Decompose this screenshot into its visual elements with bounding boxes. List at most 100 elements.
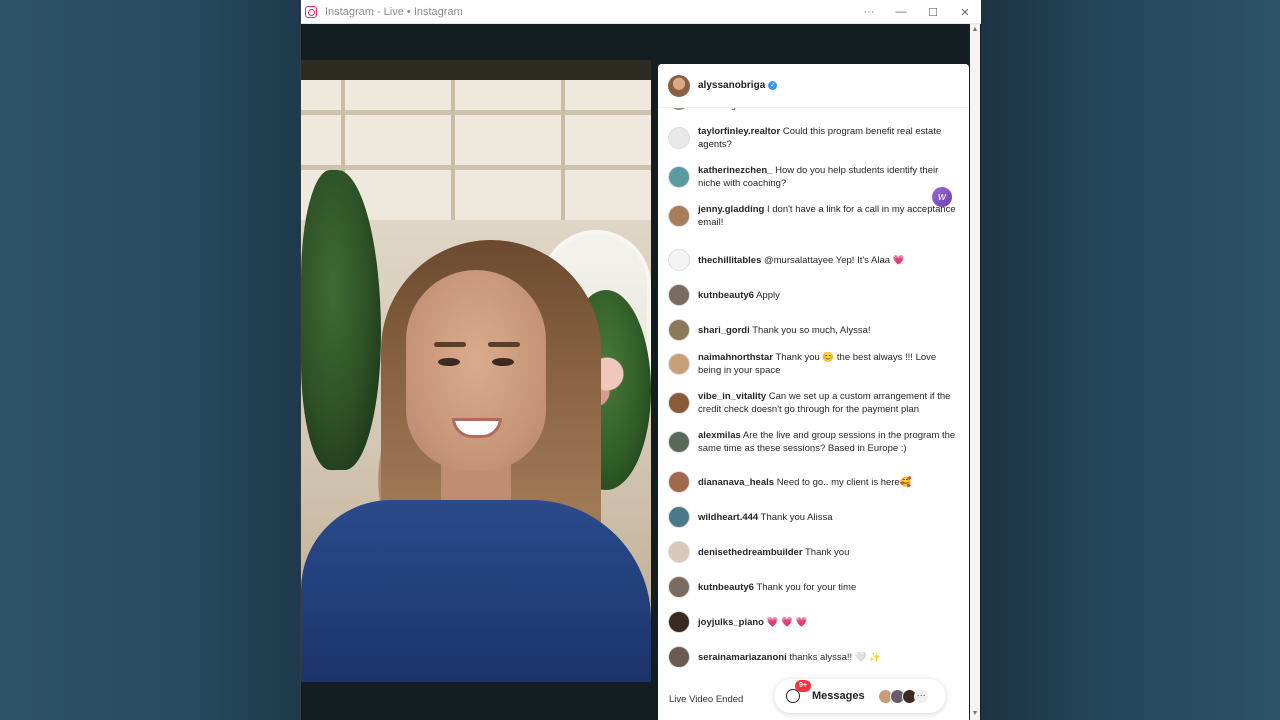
avatar[interactable] <box>668 506 690 528</box>
comment-text: diananava_heals Need to go.. my client i… <box>698 476 912 489</box>
avatar[interactable] <box>668 284 690 306</box>
avatar[interactable] <box>668 319 690 341</box>
comment-item[interactable]: katherinezchen_ How do you help students… <box>668 164 958 190</box>
brow-right <box>488 342 520 347</box>
comment-username[interactable]: katherinezchen_ <box>698 165 772 176</box>
comment-item[interactable]: wildheart.444 Thank you Alissa <box>668 506 958 528</box>
comment-item[interactable]: denisethedreambuilder Thank you <box>668 541 958 563</box>
comment-message: Apply <box>756 289 780 301</box>
chat-header: alyssanobriga ✓ <box>658 64 969 108</box>
minimize-button[interactable]: — <box>885 0 917 24</box>
title-bar: Instagram - Live • Instagram ··· — ☐ ✕ <box>301 0 981 24</box>
comment-item[interactable]: joyjulks_piano 💗 💗 💗 <box>668 611 958 633</box>
comment-username[interactable]: kutnbeauty6 <box>698 290 754 301</box>
avatar[interactable] <box>668 471 690 493</box>
comment-username[interactable]: kutnbeauty6 <box>698 582 754 593</box>
eye-right <box>492 358 514 366</box>
avatar[interactable] <box>668 576 690 598</box>
comment-item[interactable]: kutnbeauty6 Thank you for your time <box>668 576 958 598</box>
comment-username[interactable]: serainamariazanoni <box>698 652 787 663</box>
avatar[interactable] <box>668 611 690 633</box>
messages-label: Messages <box>812 690 865 702</box>
messages-button[interactable]: 9+ Messages ··· <box>774 679 946 713</box>
brow-left <box>434 342 466 347</box>
host-username[interactable]: alyssanobriga <box>698 80 765 91</box>
comment-username[interactable]: naimahnorthstar <box>698 352 773 363</box>
comment-item[interactable]: taylorfinley.realtor Could this program … <box>668 125 958 151</box>
side-extension-icon[interactable]: w <box>932 187 952 207</box>
host-face <box>406 270 546 470</box>
comment-text: kutnbeauty6 Apply <box>698 289 780 302</box>
comment-item[interactable]: naimahnorthstar Thank you 😊 the best alw… <box>668 351 958 377</box>
comment-username[interactable]: diananava_heals <box>698 477 774 488</box>
app-window: Instagram - Live • Instagram ··· — ☐ ✕ a… <box>300 0 981 720</box>
window-title: Instagram - Live • Instagram <box>325 5 463 18</box>
comment-text: denisethedreambuilder Thank you <box>698 546 849 559</box>
avatar[interactable] <box>668 646 690 668</box>
eye-left <box>438 358 460 366</box>
comment-message: thanks alyssa!! 🤍 ✨ <box>789 651 882 663</box>
comment-message: @mursalattayee Yep! It's Alaa 💗 <box>764 254 905 266</box>
comment-username[interactable]: joyjulks_piano <box>698 617 764 628</box>
comment-text: serainamariazanoni thanks alyssa!! 🤍 ✨ <box>698 651 881 664</box>
comment-message: Thank you so much, Alyssa! <box>752 324 871 336</box>
comment-text: vibe_in_vitality Can we set up a custom … <box>698 390 958 416</box>
comment-text: katherinezchen_ How do you help students… <box>698 164 958 190</box>
scrollbar[interactable]: ▲ ▼ <box>970 24 980 720</box>
comment-message: Thank you <box>805 546 850 558</box>
avatar[interactable] <box>668 431 690 453</box>
comment-message: Thank you for your time <box>756 581 857 593</box>
comment-text: joyjulks_piano 💗 💗 💗 <box>698 616 807 629</box>
instagram-icon <box>305 5 317 18</box>
comment-username[interactable]: jenny.gladding <box>698 204 764 215</box>
comment-text: thechillitables @mursalattayee Yep! It's… <box>698 254 905 267</box>
more-icon: ··· <box>913 688 929 704</box>
comment-text: wildheart.444 Thank you Alissa <box>698 511 833 524</box>
comment-username[interactable]: taylorfinley.realtor <box>698 126 780 137</box>
comment-text: taylorfinley.realtor Could this program … <box>698 125 958 151</box>
comment-item[interactable]: jenny.gladding I don't have a link for a… <box>668 203 958 229</box>
chat-footer: Live Video Ended 9+ Messages ··· <box>658 674 969 720</box>
avatar[interactable] <box>668 353 690 375</box>
comment-text: naimahnorthstar Thank you 😊 the best alw… <box>698 351 958 377</box>
live-video-area: alyssanobriga ✓ coaching cohort ♥ ♥ tayl… <box>301 24 981 720</box>
avatar[interactable] <box>668 249 690 271</box>
comment-item[interactable]: kutnbeauty6 Apply <box>668 284 958 306</box>
comment-username[interactable]: alexmilas <box>698 430 741 441</box>
avatar[interactable] <box>668 392 690 414</box>
close-button[interactable]: ✕ <box>949 0 981 24</box>
scroll-down-arrow-icon[interactable]: ▼ <box>971 710 979 718</box>
maximize-button[interactable]: ☐ <box>917 0 949 24</box>
host-shirt <box>301 500 651 682</box>
comment-item[interactable]: shari_gordi Thank you so much, Alyssa! <box>668 319 958 341</box>
avatar[interactable] <box>668 541 690 563</box>
scroll-up-arrow-icon[interactable]: ▲ <box>971 26 979 34</box>
comment-username[interactable]: wildheart.444 <box>698 512 758 523</box>
comment-username[interactable]: thechillitables <box>698 255 761 266</box>
comment-message: Need to go.. my client is here🥰 <box>776 476 912 488</box>
comment-item[interactable]: thechillitables @mursalattayee Yep! It's… <box>668 249 958 271</box>
comment-message: Thank you Alissa <box>760 511 833 523</box>
host-avatar[interactable] <box>668 74 690 97</box>
window-controls: ··· — ☐ ✕ <box>853 0 981 24</box>
avatar[interactable] <box>668 205 690 227</box>
comment-text: alexmilas Are the live and group session… <box>698 429 958 455</box>
smile <box>452 418 502 438</box>
live-video[interactable] <box>301 60 651 682</box>
comment-item[interactable]: diananava_heals Need to go.. my client i… <box>668 471 958 493</box>
avatar[interactable] <box>668 166 690 188</box>
comment-item[interactable]: vibe_in_vitality Can we set up a custom … <box>668 390 958 416</box>
comment-text: kutnbeauty6 Thank you for your time <box>698 581 856 594</box>
comment-text: shari_gordi Thank you so much, Alyssa! <box>698 324 871 337</box>
more-options-button[interactable]: ··· <box>853 0 885 24</box>
comment-item[interactable]: alexmilas Are the live and group session… <box>668 429 958 455</box>
comment-message: 💗 💗 💗 <box>766 616 808 628</box>
comment-username[interactable]: vibe_in_vitality <box>698 391 766 402</box>
avatar[interactable] <box>668 127 690 149</box>
comment-username[interactable]: denisethedreambuilder <box>698 547 803 558</box>
comment-item[interactable]: serainamariazanoni thanks alyssa!! 🤍 ✨ <box>668 646 958 668</box>
messenger-icon: 9+ <box>786 680 811 703</box>
comment-username[interactable]: shari_gordi <box>698 325 750 336</box>
messages-count-badge: 9+ <box>795 680 811 692</box>
live-ended-status: Live Video Ended <box>669 694 744 705</box>
